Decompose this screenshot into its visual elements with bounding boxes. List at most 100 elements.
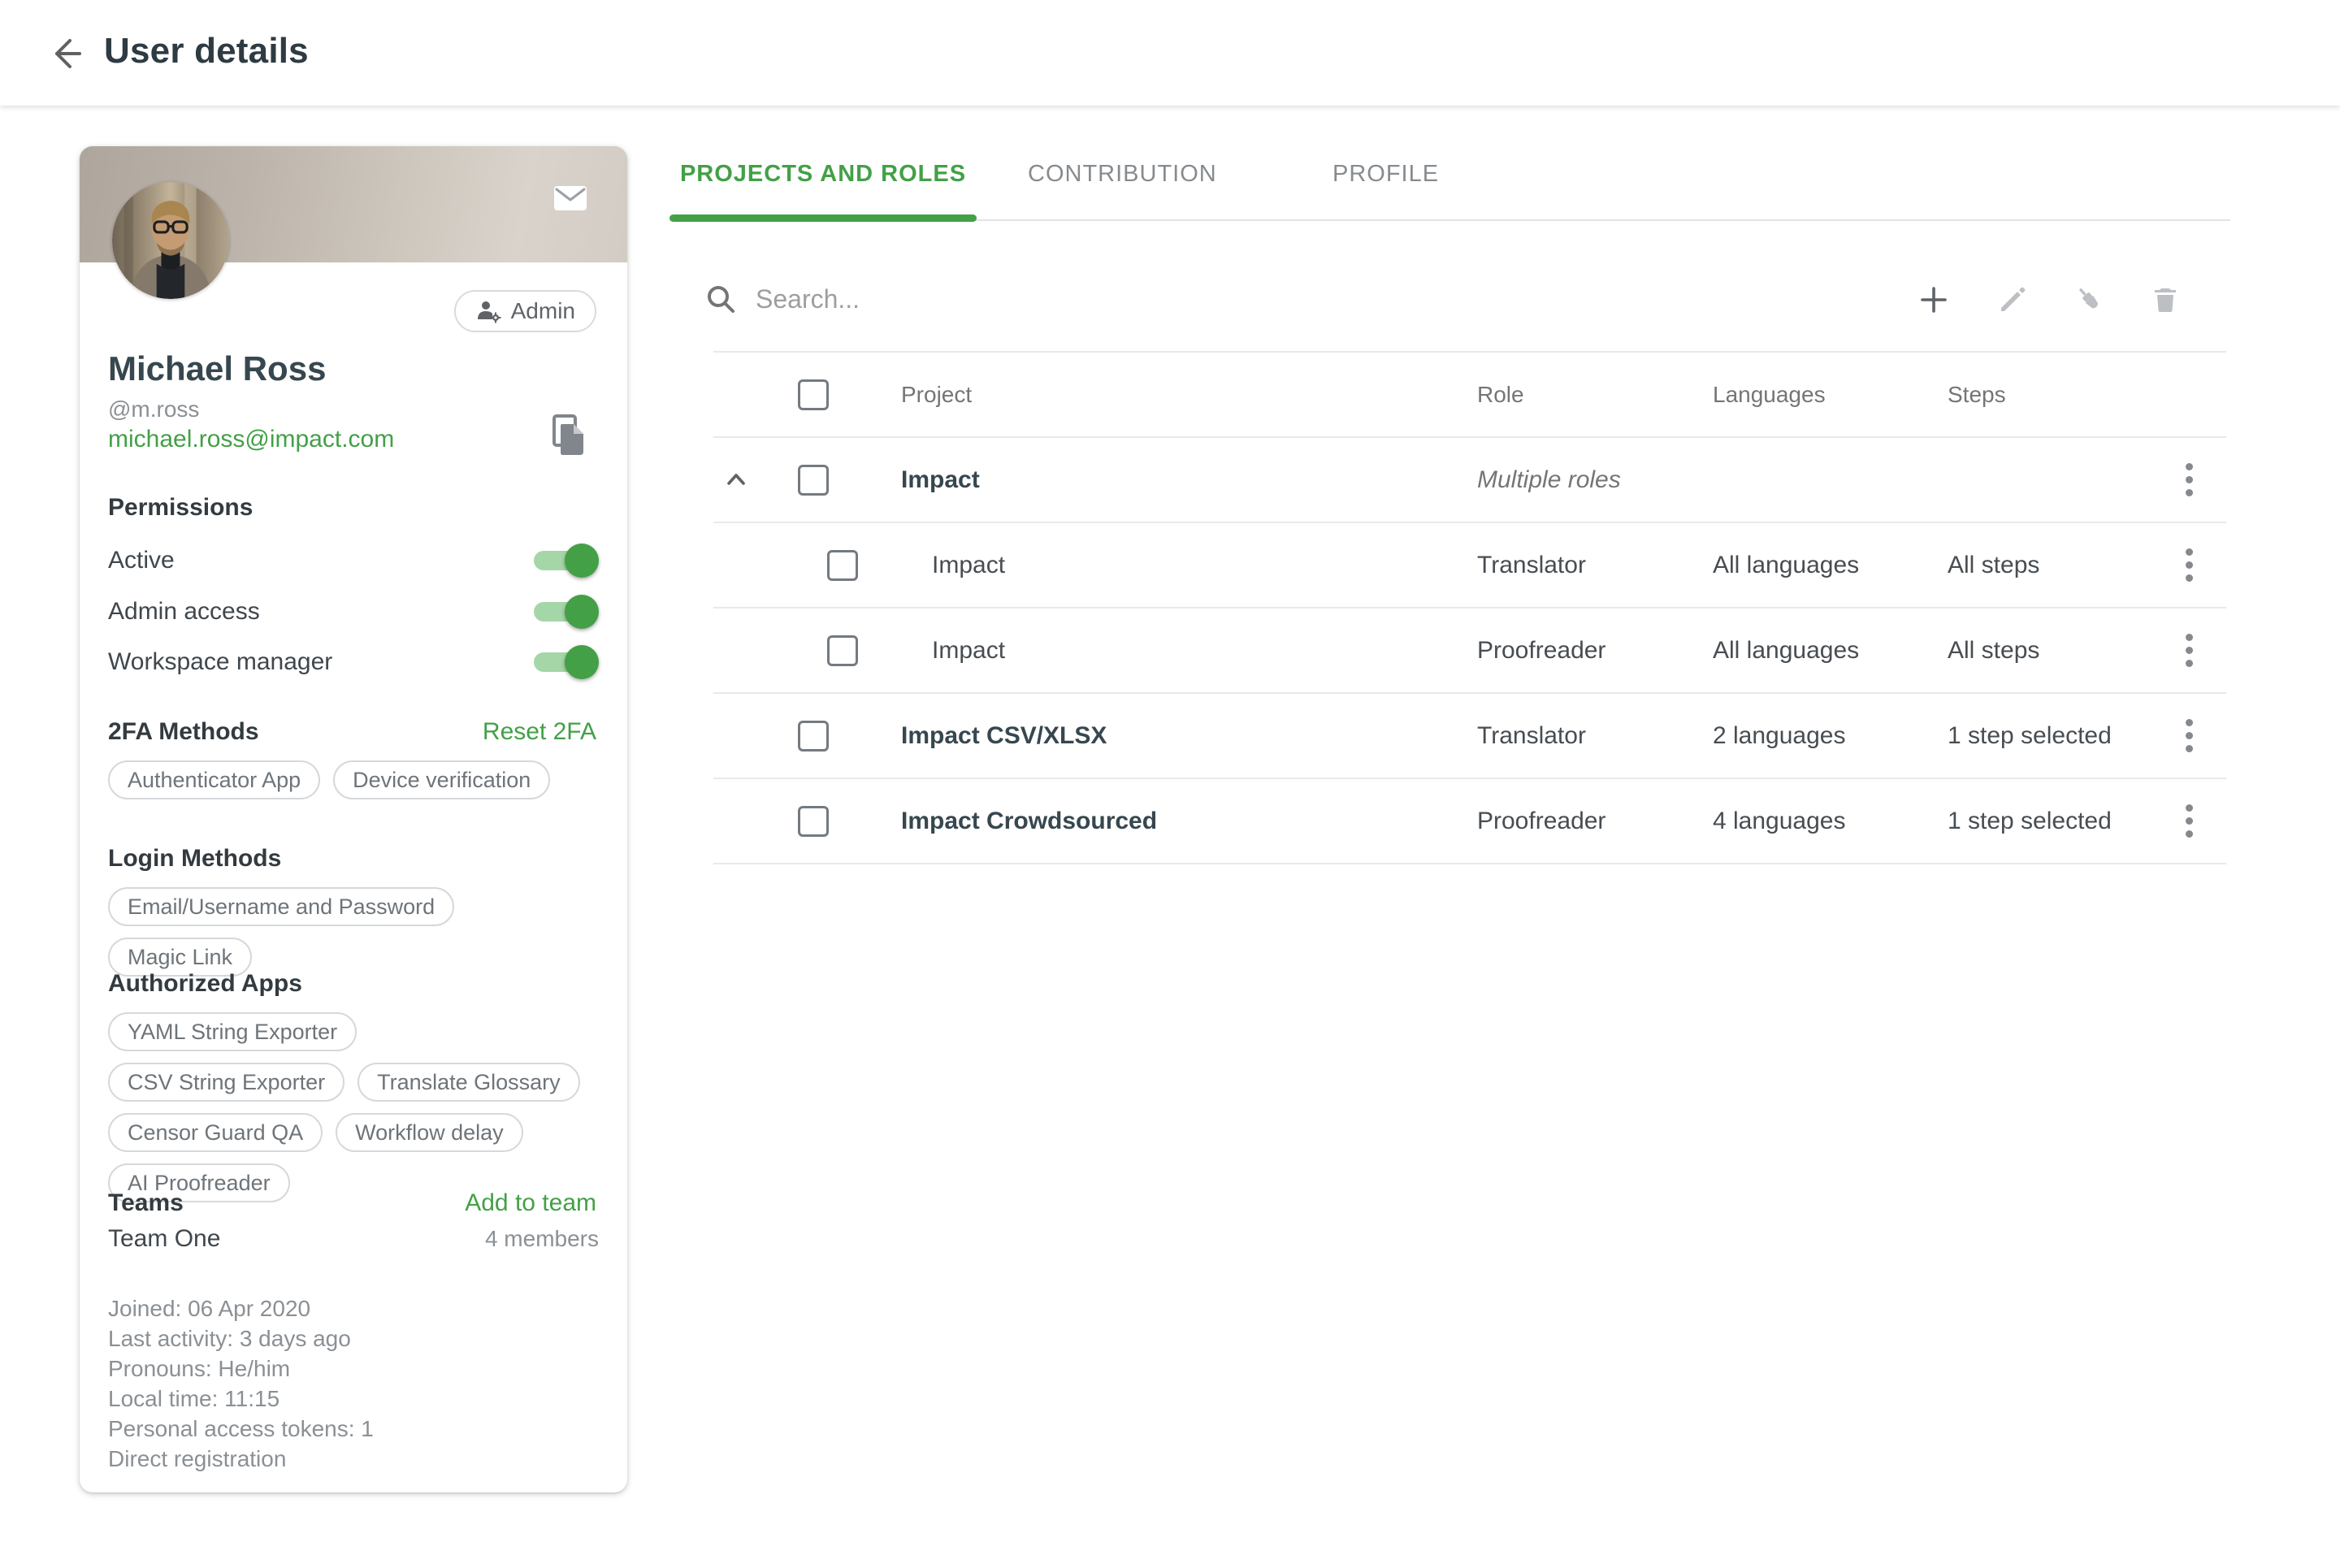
chevron-up-icon [720,487,752,499]
toggle-label: Active [108,547,175,574]
clean-button[interactable] [2069,279,2111,322]
column-header-project: Project [901,382,972,408]
toggle-label: Admin access [108,598,260,626]
team-members-count: 4 members [485,1226,599,1252]
workspace-manager-toggle[interactable] [534,644,599,680]
row-checkbox[interactable] [798,806,829,837]
twofa-method-chip: Authenticator App [108,760,320,799]
steps-value: All steps [1948,552,2039,579]
twofa-chips: Authenticator App Device verification [108,760,605,799]
meta-line: Pronouns: He/him [108,1354,599,1384]
project-name: Impact Crowdsourced [901,808,1157,835]
meta-line: Local time: 11:15 [108,1384,599,1414]
app-chip: Workflow delay [336,1113,523,1152]
row-menu-button[interactable] [2173,541,2205,590]
trash-icon [2149,284,2182,318]
project-name: Impact [932,637,1005,665]
copy-icon [551,447,587,459]
role-value: Translator [1477,552,1586,579]
select-all-checkbox[interactable] [798,379,829,410]
add-button[interactable] [1913,279,1955,322]
search-bar [704,273,1760,325]
row-checkbox[interactable] [798,465,829,496]
row-checkbox[interactable] [827,635,858,666]
admin-badge-label: Admin [511,298,575,324]
tab-profile[interactable]: PROFILE [1332,161,1439,188]
languages-value: 2 languages [1713,722,1845,750]
send-email-button[interactable] [552,180,588,216]
role-value: Translator [1477,722,1586,750]
clean-brush-icon [2074,284,2106,318]
project-name: Impact CSV/XLSX [901,722,1107,750]
permissions-heading: Permissions [108,494,253,522]
row-checkbox[interactable] [827,550,858,581]
active-toggle[interactable] [534,543,599,578]
search-input[interactable] [756,284,1731,314]
column-header-languages: Languages [1713,382,1826,408]
copy-email-button[interactable] [549,414,588,458]
reset-2fa-link[interactable]: Reset 2FA [483,718,596,746]
column-header-role: Role [1477,382,1524,408]
table-row-impact-proofreader: Impact Proofreader All languages All ste… [713,609,2226,694]
tab-projects-and-roles[interactable]: PROJECTS AND ROLES [670,161,977,188]
meta-line: Last activity: 3 days ago [108,1323,599,1354]
languages-value: All languages [1713,552,1859,579]
role-value: Proofreader [1477,637,1606,665]
toggle-label: Workspace manager [108,648,332,676]
column-header-steps: Steps [1948,382,2006,408]
login-method-chips: Email/Username and Password Magic Link [108,887,605,977]
meta-line: Personal access tokens: 1 [108,1414,599,1444]
table-row-impact-translator: Impact Translator All languages All step… [713,523,2226,609]
row-menu-button[interactable] [2173,626,2205,675]
tab-contribution[interactable]: CONTRIBUTION [1028,161,1217,188]
languages-value: 4 languages [1713,808,1845,835]
search-icon [704,282,738,316]
back-button[interactable] [42,31,88,76]
delete-button[interactable] [2144,279,2186,322]
table-row-impact-crowdsourced: Impact Crowdsourced Proofreader 4 langua… [713,779,2226,864]
toggle-row-workspace-manager: Workspace manager [108,637,599,687]
login-methods-heading: Login Methods [108,845,281,873]
row-checkbox[interactable] [798,721,829,752]
edit-pencil-icon [1996,284,2029,318]
admin-badge: Admin [454,290,596,332]
project-name: Impact [901,466,980,494]
user-email-link[interactable]: michael.ross@impact.com [108,426,394,453]
user-username: @m.ross [108,396,199,422]
project-name: Impact [932,552,1005,579]
app-chip: YAML String Exporter [108,1012,357,1051]
app-chip: Translate Glossary [358,1063,580,1102]
top-bar: User details [0,0,2340,106]
row-menu-button[interactable] [2173,797,2205,846]
app-chip: CSV String Exporter [108,1063,344,1102]
user-meta-details: Joined: 06 Apr 2020 Last activity: 3 day… [108,1293,599,1474]
steps-value: 1 step selected [1948,722,2112,750]
page-title: User details [104,31,309,71]
steps-value: 1 step selected [1948,808,2112,835]
twofa-heading: 2FA Methods [108,718,259,746]
active-tab-indicator [670,214,977,222]
table-row-group-impact: Impact Multiple roles [713,438,2226,523]
role-value: Proofreader [1477,808,1606,835]
authorized-app-chips: YAML String Exporter CSV String Exporter… [108,1012,605,1202]
languages-value: All languages [1713,637,1859,665]
arrow-left-icon [42,67,88,79]
app-chip: Censor Guard QA [108,1113,323,1152]
add-to-team-link[interactable]: Add to team [465,1189,596,1217]
row-menu-button[interactable] [2173,712,2205,760]
user-profile-card: Admin Michael Ross @m.ross michael.ross@… [80,146,627,1492]
authorized-apps-heading: Authorized Apps [108,970,302,998]
user-name: Michael Ross [108,349,326,388]
steps-value: All steps [1948,637,2039,665]
meta-line: Direct registration [108,1444,599,1474]
edit-button[interactable] [1991,279,2034,322]
admin-access-toggle[interactable] [534,594,599,630]
meta-line: Joined: 06 Apr 2020 [108,1293,599,1323]
team-list-item: Team One 4 members [108,1225,599,1253]
person-gear-icon [475,298,501,324]
row-menu-button[interactable] [2173,456,2205,505]
avatar [112,182,229,299]
collapse-row-button[interactable] [720,464,752,496]
table-row-impact-csv-xlsx: Impact CSV/XLSX Translator 2 languages 1… [713,694,2226,779]
table-header-row: Project Role Languages Steps [713,353,2226,438]
